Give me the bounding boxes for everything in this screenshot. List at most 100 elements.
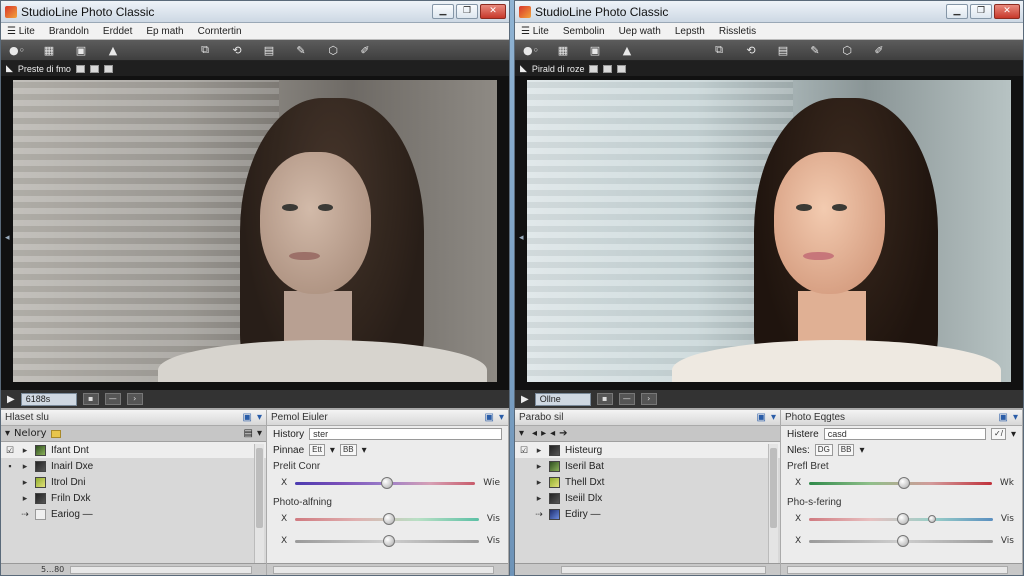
adjust-slider[interactable] bbox=[809, 512, 993, 525]
panel-pin-icon[interactable]: ▣ bbox=[485, 412, 494, 423]
menu-image[interactable]: Lepsth bbox=[675, 26, 705, 37]
chat-tool-icon[interactable]: ●◦ bbox=[521, 43, 541, 57]
panel-pin-icon[interactable]: ▣ bbox=[243, 412, 252, 423]
adjust-slider[interactable] bbox=[809, 476, 992, 489]
rotate-tool-icon[interactable]: ⟲ bbox=[741, 43, 761, 57]
close-button[interactable]: ✕ bbox=[480, 4, 506, 19]
tag-mini-icon[interactable] bbox=[103, 64, 113, 73]
frame-tool-icon[interactable]: ▣ bbox=[71, 43, 91, 57]
text-tool-icon[interactable]: ✎ bbox=[805, 43, 825, 57]
save-mini-icon[interactable] bbox=[75, 64, 85, 73]
tree-expand-icon[interactable]: ▾ bbox=[5, 428, 10, 439]
nav-next-button[interactable]: › bbox=[126, 393, 143, 405]
image-name-field[interactable]: 6188s bbox=[20, 392, 77, 406]
tree-menu-icon[interactable]: ◂ bbox=[550, 428, 555, 439]
tree-hscrollbar[interactable] bbox=[70, 565, 252, 574]
tree-expand-icon[interactable]: ▾ bbox=[519, 428, 524, 439]
tree-view-icon[interactable]: ▤ bbox=[244, 428, 253, 439]
slider-thumb[interactable] bbox=[381, 476, 393, 489]
row-check-icon[interactable]: ☑ bbox=[519, 445, 529, 456]
filter-select[interactable]: DG bbox=[814, 444, 833, 456]
image-name-field[interactable]: Ollne bbox=[534, 392, 591, 406]
camera-mini-icon[interactable] bbox=[603, 64, 613, 73]
slider-thumb[interactable] bbox=[382, 534, 395, 547]
tree-item[interactable]: ☑ ▸ Histeurg bbox=[515, 442, 780, 458]
filter-select-2[interactable]: BB bbox=[339, 444, 357, 456]
rotate-tool-icon[interactable]: ⟲ bbox=[227, 43, 247, 57]
row-expand-icon[interactable]: ▸ bbox=[20, 445, 30, 456]
folder-icon[interactable] bbox=[50, 429, 61, 438]
panel-collapse-icon[interactable]: ▾ bbox=[1013, 412, 1018, 423]
history-field[interactable]: ster bbox=[309, 428, 502, 440]
panel-collapse-icon[interactable]: ▾ bbox=[257, 412, 262, 423]
filter-dropdown-icon-2[interactable]: ▾ bbox=[362, 445, 367, 456]
image-viewer[interactable]: ◂ bbox=[515, 76, 1023, 390]
slider-thumb[interactable] bbox=[382, 512, 395, 525]
row-expand-icon[interactable]: ▸ bbox=[20, 493, 30, 504]
tree-menu-icon[interactable]: ▾ bbox=[257, 428, 262, 439]
tree-scrollbar[interactable] bbox=[254, 444, 264, 563]
tree-go-icon[interactable]: ➔ bbox=[559, 428, 567, 439]
panel-collapse-icon[interactable]: ▾ bbox=[499, 412, 504, 423]
slider-thumb[interactable] bbox=[896, 534, 909, 547]
play-icon[interactable]: ▶ bbox=[7, 394, 15, 405]
row-check-icon[interactable]: ☑ bbox=[5, 445, 15, 456]
tree-item[interactable]: ▸ Iseiil Dlx bbox=[515, 490, 780, 506]
crop-tool-icon[interactable]: ⧉ bbox=[195, 43, 215, 57]
tree-item[interactable]: ▸ Iseril Bat bbox=[515, 458, 780, 474]
history-options-button[interactable]: ✓/ bbox=[991, 428, 1006, 440]
brush-tool-icon[interactable]: ✐ bbox=[355, 43, 375, 57]
image-viewer[interactable]: ◂ bbox=[1, 76, 509, 390]
collapse-left-icon[interactable]: ◂ bbox=[5, 233, 10, 243]
panel-pin-icon[interactable]: ▣ bbox=[999, 412, 1008, 423]
nav-minus-button[interactable]: — bbox=[618, 393, 635, 405]
page-tool-icon[interactable]: ▤ bbox=[259, 43, 279, 57]
nav-image-button[interactable]: ▪ bbox=[82, 393, 99, 405]
page-tool-icon[interactable]: ▤ bbox=[773, 43, 793, 57]
maximize-button[interactable]: ❐ bbox=[456, 4, 478, 19]
row-expand-icon[interactable]: ⇢ bbox=[20, 509, 30, 520]
filter-select-2[interactable]: BB bbox=[837, 444, 855, 456]
menu-image[interactable]: Ep math bbox=[146, 26, 183, 37]
edit-hscrollbar[interactable] bbox=[787, 565, 1008, 574]
menu-view[interactable]: Erddet bbox=[103, 26, 132, 37]
box-tool-icon[interactable]: ⬡ bbox=[323, 43, 343, 57]
title-bar[interactable]: StudioLine Photo Classic ▁ ❐ ✕ bbox=[1, 1, 509, 23]
menu-edit[interactable]: Sembolin bbox=[563, 26, 605, 37]
edit-hscrollbar[interactable] bbox=[273, 565, 494, 574]
back-arrow-icon[interactable]: ◂ bbox=[532, 428, 537, 439]
filter-select[interactable]: Ett bbox=[309, 444, 325, 456]
history-dropdown-icon[interactable]: ▾ bbox=[1011, 429, 1016, 440]
row-expand-icon[interactable]: ▸ bbox=[534, 461, 544, 472]
row-expand-icon[interactable]: ▸ bbox=[20, 477, 30, 488]
row-expand-icon[interactable]: ▸ bbox=[534, 493, 544, 504]
tree-hscrollbar[interactable] bbox=[561, 565, 766, 574]
camera-mini-icon[interactable] bbox=[89, 64, 99, 73]
tree-item[interactable]: ⇢ Ediry — bbox=[515, 506, 780, 522]
tree-item[interactable]: ▸ Friln Dxk bbox=[1, 490, 266, 506]
grid-tool-icon[interactable]: ▦ bbox=[39, 43, 59, 57]
minimize-button[interactable]: ▁ bbox=[946, 4, 968, 19]
menu-file[interactable]: ☰ Lite bbox=[521, 26, 549, 37]
frame-tool-icon[interactable]: ▣ bbox=[585, 43, 605, 57]
adjust-slider[interactable] bbox=[295, 476, 476, 489]
tree-item[interactable]: ▸ Thell Dxt bbox=[515, 474, 780, 490]
text-tool-icon[interactable]: ✎ bbox=[291, 43, 311, 57]
grid-tool-icon[interactable]: ▦ bbox=[553, 43, 573, 57]
filter-dropdown-icon[interactable]: ▾ bbox=[330, 445, 335, 456]
tree-item[interactable]: ☑ ▸ Ifant Dnt bbox=[1, 442, 266, 458]
row-expand-icon[interactable]: ▸ bbox=[534, 477, 544, 488]
stamp-tool-icon[interactable]: ▲ bbox=[103, 43, 123, 57]
adjust-slider[interactable] bbox=[295, 512, 479, 525]
panel-collapse-icon[interactable]: ▾ bbox=[771, 412, 776, 423]
save-mini-icon[interactable] bbox=[589, 64, 599, 73]
title-bar[interactable]: StudioLine Photo Classic ▁ ❐ ✕ bbox=[515, 1, 1023, 23]
filter-dropdown-icon[interactable]: ▾ bbox=[859, 445, 864, 456]
box-tool-icon[interactable]: ⬡ bbox=[837, 43, 857, 57]
tree-item[interactable]: ▪ ▸ Inairl Dxe bbox=[1, 458, 266, 474]
tree-scrollbar[interactable] bbox=[768, 444, 778, 563]
nav-next-button[interactable]: › bbox=[640, 393, 657, 405]
nav-minus-button[interactable]: — bbox=[104, 393, 121, 405]
slider-thumb[interactable] bbox=[898, 476, 911, 489]
menu-convert[interactable]: Corntertin bbox=[198, 26, 242, 37]
